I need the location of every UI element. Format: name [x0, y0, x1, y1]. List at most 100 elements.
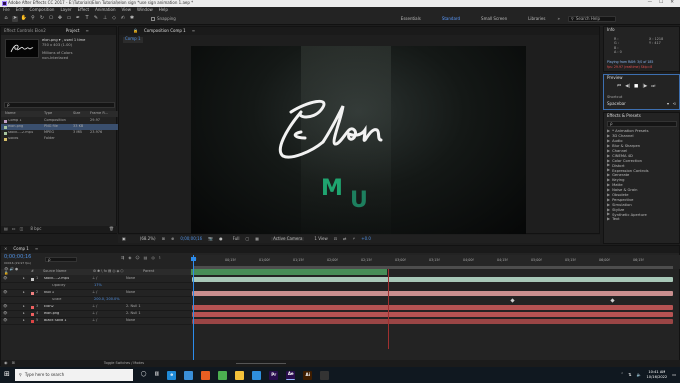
new-folder-icon[interactable]: ▭ — [12, 226, 16, 231]
layer-duration-bar[interactable] — [192, 312, 673, 317]
layer-switches-icon[interactable]: ⊥ / — [82, 318, 122, 323]
layer-parent-dropdown[interactable]: None — [122, 318, 135, 323]
column-frame-rate[interactable]: Frame R... — [90, 111, 108, 116]
shy-icon[interactable]: ☺ — [135, 255, 139, 260]
column-switches-icon[interactable]: ⚙ ✱ \ fx ▤ ◎ ◈ ⬡ — [93, 269, 143, 274]
modes-icon[interactable]: ⊞ — [12, 360, 15, 365]
camera-tool-icon[interactable]: ⎔ — [48, 16, 54, 22]
av-switches-icon[interactable]: 👁 🔊 ● 🔒 — [1, 267, 21, 276]
panel-menu-icon[interactable]: ≡ — [85, 28, 88, 33]
stamp-tool-icon[interactable]: ⊥ — [102, 16, 108, 22]
comp-breadcrumb[interactable]: Comp 1 — [123, 36, 143, 43]
chrome-icon[interactable] — [218, 370, 228, 380]
always-preview-icon[interactable]: ▣ — [122, 236, 126, 241]
menu-edit[interactable]: Edit — [16, 7, 24, 12]
last-frame-icon[interactable]: ⏭ — [651, 84, 655, 90]
tab-effect-controls[interactable]: Effect Controls Elon2 — [4, 28, 46, 33]
layer-property-row[interactable]: Opacity 17% — [1, 283, 191, 290]
flowchart-icon[interactable]: ⇄ — [343, 236, 346, 241]
layer-label-color[interactable] — [31, 299, 34, 302]
column-parent[interactable]: Parent — [143, 269, 154, 274]
selection-tool-icon[interactable]: ➤ — [12, 16, 18, 22]
new-composition-icon[interactable]: ◫ — [20, 226, 24, 231]
layer-parent-dropdown[interactable]: None — [122, 276, 135, 281]
info-title[interactable]: Info — [607, 27, 615, 32]
tab-composition[interactable]: Composition Comp 1 — [144, 28, 186, 33]
layer-name[interactable]: Elon2 — [42, 305, 82, 309]
hand-tool-icon[interactable]: ✋ — [21, 16, 27, 22]
menu-help[interactable]: Help — [159, 7, 168, 12]
views-dropdown[interactable]: 1 View — [314, 236, 327, 241]
windows-start-icon[interactable]: ⊞ — [4, 370, 10, 379]
layer-row[interactable]: 👁 ▸ 3 Elon2 ⊥ / 2. Null 1 — [1, 304, 191, 311]
zoom-slider[interactable] — [236, 363, 287, 364]
zoom-tool-icon[interactable]: ⚲ — [30, 16, 36, 22]
project-search-field[interactable]: ρ — [4, 102, 115, 108]
puppet-tool-icon[interactable]: ✱ — [129, 16, 135, 22]
layer-duration-bar[interactable] — [192, 305, 673, 310]
panel-menu-icon[interactable]: ≡ — [192, 28, 195, 33]
rectangle-tool-icon[interactable]: ▭ — [66, 16, 72, 22]
volume-icon[interactable]: 🔈 — [637, 372, 642, 377]
layer-name[interactable]: Scale — [42, 298, 82, 302]
layer-name[interactable]: Null 1 — [42, 291, 82, 295]
layer-duration-bar[interactable] — [192, 277, 673, 282]
close-button[interactable]: ✕ — [670, 0, 674, 6]
layer-switches-icon[interactable]: ⊥ / — [82, 276, 122, 281]
clock[interactable]: 10:41 AM 10/16/2022 — [647, 370, 668, 379]
pan-behind-tool-icon[interactable]: ✥ — [57, 16, 63, 22]
store-icon[interactable] — [184, 370, 194, 380]
task-view-icon[interactable]: ◯ — [141, 372, 147, 378]
brush-tool-icon[interactable]: ✎ — [93, 16, 99, 22]
work-area-highlight[interactable] — [191, 269, 387, 275]
roto-brush-tool-icon[interactable]: ✍ — [120, 16, 126, 22]
show-channel-icon[interactable]: ● — [219, 236, 223, 241]
comp-viewer[interactable]: M U — [191, 46, 526, 234]
disclosure-triangle-icon[interactable]: ▸ — [7, 318, 25, 323]
ai-icon[interactable]: Ai — [303, 370, 313, 380]
ps-icon[interactable] — [201, 370, 211, 380]
menu-layer[interactable]: Layer — [60, 7, 71, 12]
layer-parent-dropdown[interactable]: 2. Null 1 — [122, 311, 141, 316]
menu-effect[interactable]: Effect — [78, 7, 90, 12]
shortcut-dropdown[interactable]: Spacebar ▾ — [607, 101, 669, 107]
menu-file[interactable]: File — [3, 7, 10, 12]
layer-name[interactable]: Opacity — [42, 284, 82, 288]
effects-category[interactable]: ▶ Text — [604, 216, 680, 222]
layer-switches-icon[interactable]: ⊥ / — [82, 290, 122, 295]
home-icon[interactable]: ⌂ — [3, 16, 9, 22]
layer-parent-dropdown[interactable]: 2. Null 1 — [122, 304, 141, 309]
expand-icon[interactable]: ◉ — [4, 360, 8, 365]
menu-composition[interactable]: Composition — [29, 7, 54, 12]
bpc-label[interactable]: 8 bpc — [30, 226, 41, 231]
zoom-dropdown[interactable]: (68.2%) — [140, 236, 156, 241]
layer-switches-icon[interactable]: ⊥ / — [82, 304, 122, 309]
grid-icon[interactable]: ⊞ — [162, 236, 165, 241]
layer-row[interactable]: 👁 ▸ 4 elon.png ⊥ / 2. Null 1 — [1, 311, 191, 318]
taskbar-search-box[interactable]: ⚲ Type here to search — [14, 369, 133, 381]
tab-comp-1[interactable]: Comp 1 — [13, 246, 29, 251]
network-icon[interactable]: ⇅ — [628, 372, 631, 377]
disclosure-triangle-icon[interactable]: ▸ — [7, 304, 25, 309]
preview-settings-icon[interactable]: ⟲ — [673, 101, 676, 106]
layer-duration-bar[interactable] — [192, 319, 673, 324]
render-icon[interactable]: ⊡ — [334, 236, 337, 241]
close-tab-icon[interactable]: ✕ — [4, 246, 7, 251]
layer-name[interactable]: elon.png — [42, 312, 82, 316]
column-number[interactable]: # — [21, 269, 35, 274]
column-source-name[interactable]: Source Name — [35, 269, 93, 274]
disclosure-triangle-icon[interactable]: ▸ — [7, 290, 25, 295]
preview-title[interactable]: Preview — [607, 75, 623, 80]
disclosure-triangle-icon[interactable]: ▶ — [607, 216, 610, 221]
panel-menu-icon[interactable]: ≡ — [35, 246, 38, 251]
vscode-icon[interactable] — [252, 370, 262, 380]
premiere-icon[interactable]: Pr — [269, 370, 279, 380]
playhead-handle[interactable] — [191, 257, 196, 261]
layer-row[interactable]: 👁 ▸ 2 Null 1 ⊥ / None — [1, 290, 191, 297]
workspace-essentials[interactable]: Essentials — [401, 16, 421, 21]
workspace-libraries[interactable]: Libraries — [528, 16, 545, 21]
tray-chevron-icon[interactable]: ˄ — [621, 372, 623, 377]
frame-blending-icon[interactable]: ▤ — [144, 255, 148, 260]
edge-icon[interactable]: e — [167, 370, 177, 380]
layer-label-color[interactable] — [31, 285, 34, 288]
